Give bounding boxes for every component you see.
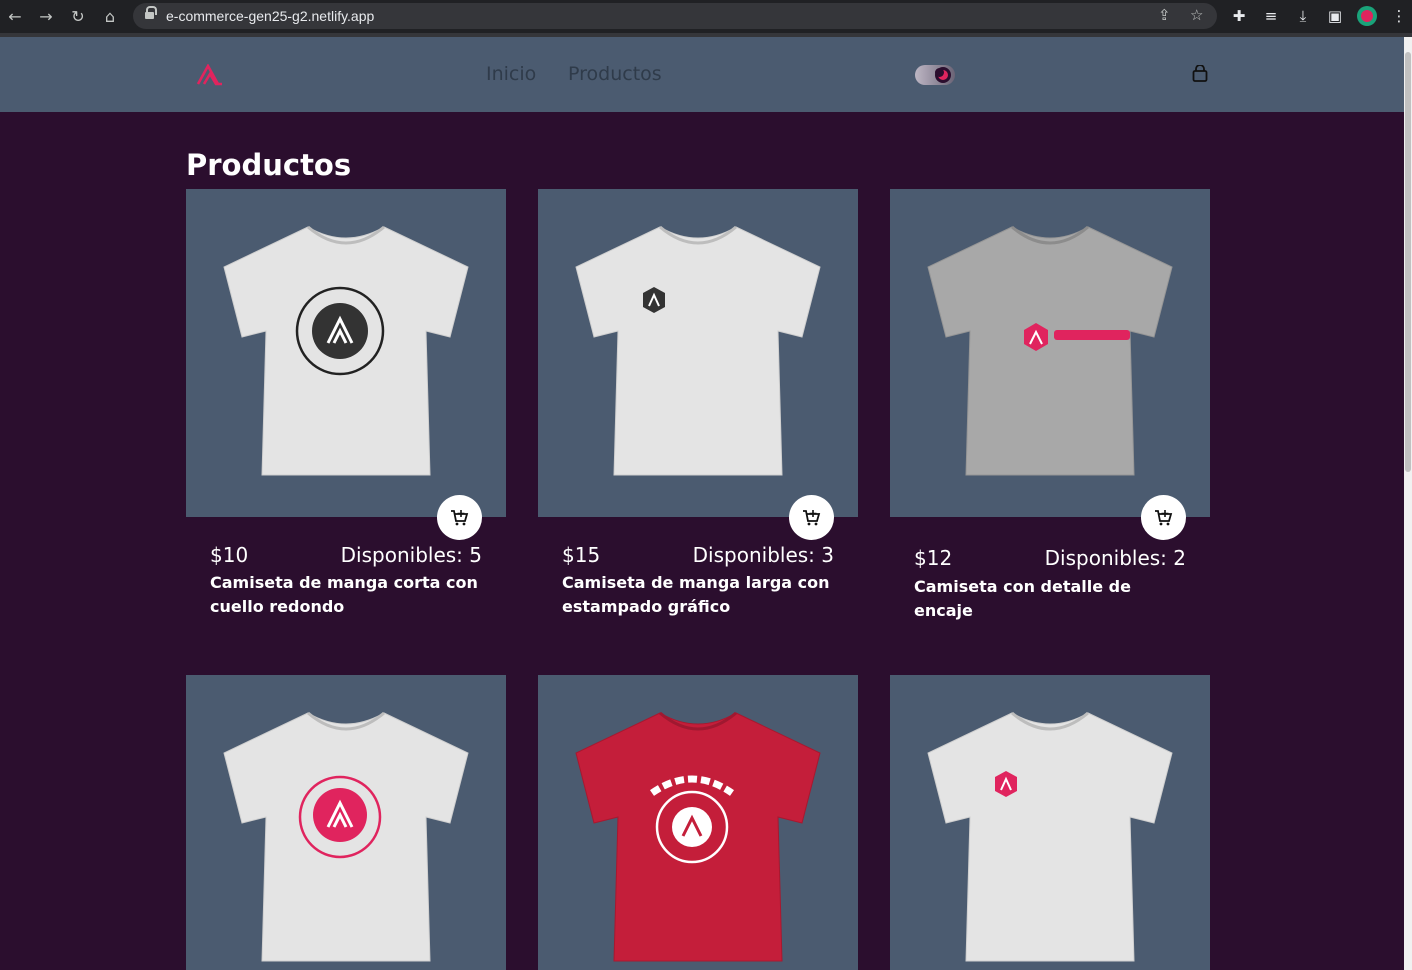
share-icon[interactable]: ⇪ (1158, 6, 1171, 24)
product-name[interactable]: Camiseta con detalle de encaje (914, 575, 1194, 623)
back-icon[interactable]: ← (4, 6, 26, 28)
add-to-cart-button[interactable] (789, 495, 834, 540)
academlo-logo[interactable] (196, 64, 224, 86)
lock-icon (145, 6, 157, 21)
tshirt-image (927, 711, 1173, 962)
tshirt-image (575, 711, 821, 962)
product-image[interactable] (538, 675, 858, 970)
cart-plus-icon (803, 510, 821, 526)
extensions-icon[interactable]: ✚ (1228, 5, 1250, 27)
menu-kebab-icon[interactable]: ⋮ (1388, 5, 1410, 27)
site-header: Inicio Productos (0, 37, 1404, 112)
product-stock: Disponibles: 2 (1044, 546, 1186, 570)
product-image[interactable] (890, 675, 1210, 970)
product-price: $10 (210, 543, 249, 567)
theme-toggle[interactable] (915, 65, 955, 85)
product-price: $12 (914, 546, 953, 570)
cart-plus-icon (1155, 510, 1173, 526)
add-to-cart-button[interactable] (1141, 495, 1186, 540)
scrollbar-thumb[interactable] (1405, 52, 1411, 472)
nav-productos[interactable]: Productos (568, 63, 662, 85)
product-image[interactable] (186, 189, 506, 517)
nav-inicio[interactable]: Inicio (486, 63, 536, 85)
product-stock: Disponibles: 5 (340, 543, 482, 567)
forward-icon[interactable]: → (35, 6, 57, 28)
download-icon[interactable]: ⤓ (1292, 5, 1314, 27)
profile-avatar[interactable] (1357, 6, 1377, 26)
tshirt-image (927, 225, 1173, 476)
product-stock: Disponibles: 3 (692, 543, 834, 567)
product-name[interactable]: Camiseta de manga corta con cuello redon… (210, 571, 490, 619)
tshirt-image (223, 225, 469, 476)
product-name[interactable]: Camiseta de manga larga con estampado gr… (562, 571, 842, 619)
reading-list-icon[interactable]: ≡ (1260, 5, 1282, 27)
product-image[interactable] (538, 189, 858, 517)
toggle-knob (935, 67, 951, 83)
cart-plus-icon (451, 510, 469, 526)
reload-icon[interactable]: ↻ (67, 6, 89, 28)
side-panel-icon[interactable]: ▣ (1324, 5, 1346, 27)
address-bar[interactable]: e-commerce-gen25-g2.netlify.app ⇪ ☆ (133, 3, 1217, 29)
home-icon[interactable]: ⌂ (99, 6, 121, 28)
tshirt-image (575, 225, 821, 476)
product-image[interactable] (186, 675, 506, 970)
page-title: Productos (186, 148, 352, 182)
star-icon[interactable]: ☆ (1190, 6, 1203, 24)
url-text: e-commerce-gen25-g2.netlify.app (166, 8, 375, 24)
product-image[interactable] (890, 189, 1210, 517)
shopping-bag-icon[interactable] (1192, 65, 1208, 82)
browser-toolbar: ← → ↻ ⌂ e-commerce-gen25-g2.netlify.app … (0, 0, 1412, 37)
tshirt-image (223, 711, 469, 962)
product-price: $15 (562, 543, 601, 567)
add-to-cart-button[interactable] (437, 495, 482, 540)
moon-icon (935, 68, 948, 80)
